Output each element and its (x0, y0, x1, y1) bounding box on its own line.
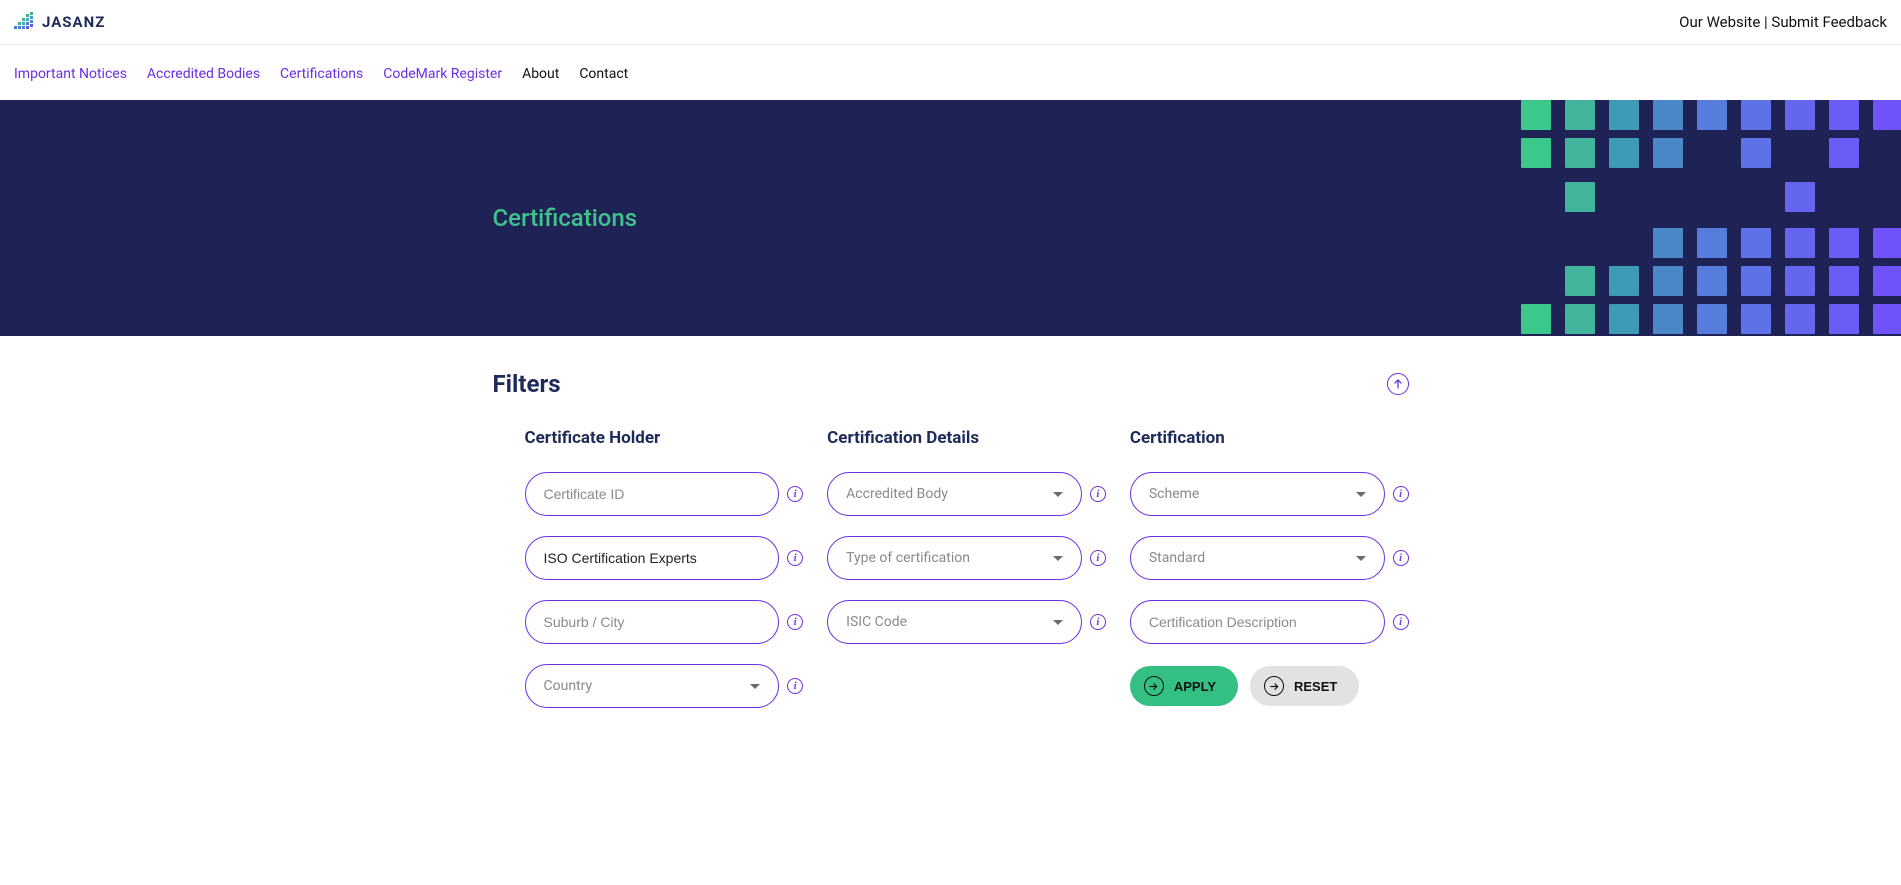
nav-contact[interactable]: Contact (579, 66, 628, 82)
nav-important-notices[interactable]: Important Notices (14, 66, 127, 82)
certificate-holder-title: Certificate Holder (525, 428, 804, 448)
topbar: JASANZ Our Website | Submit Feedback (0, 0, 1901, 45)
info-icon[interactable]: i (1393, 486, 1409, 502)
chevron-down-icon (1053, 492, 1063, 497)
certificate-id-input[interactable] (544, 486, 761, 502)
apply-button-label: APPLY (1174, 679, 1216, 694)
info-icon[interactable]: i (787, 486, 803, 502)
hero-decoration (1521, 100, 1901, 336)
info-icon[interactable]: i (1090, 614, 1106, 630)
certification-type-placeholder: Type of certification (846, 550, 970, 566)
certification-description-input[interactable] (1149, 614, 1366, 630)
info-icon[interactable]: i (787, 550, 803, 566)
info-icon[interactable]: i (787, 614, 803, 630)
apply-button[interactable]: APPLY (1130, 666, 1238, 706)
certification-description-input-wrapper[interactable] (1130, 600, 1385, 644)
standard-placeholder: Standard (1149, 550, 1205, 566)
suburb-input-wrapper[interactable] (525, 600, 780, 644)
accredited-body-placeholder: Accredited Body (846, 486, 948, 502)
isic-code-placeholder: ISIC Code (846, 614, 907, 630)
chevron-down-icon (1053, 556, 1063, 561)
submit-feedback-link[interactable]: Submit Feedback (1771, 13, 1887, 31)
organisation-input[interactable] (544, 550, 761, 566)
chevron-down-icon (750, 684, 760, 689)
top-links: Our Website | Submit Feedback (1679, 13, 1887, 31)
reset-button-label: RESET (1294, 679, 1337, 694)
our-website-link[interactable]: Our Website (1679, 13, 1760, 31)
hero-banner: Certifications (0, 100, 1901, 336)
arrow-right-icon (1144, 676, 1164, 696)
certificate-holder-column: Certificate Holder i i i (525, 428, 804, 708)
info-icon[interactable]: i (1393, 550, 1409, 566)
nav-accredited-bodies[interactable]: Accredited Bodies (147, 66, 260, 82)
filters-heading: Filters (493, 370, 561, 398)
country-select[interactable]: Country (525, 664, 780, 708)
filters-section: Filters Certificate Holder i i (493, 336, 1409, 708)
country-placeholder: Country (544, 678, 593, 694)
info-icon[interactable]: i (1393, 614, 1409, 630)
info-icon[interactable]: i (787, 678, 803, 694)
scheme-select[interactable]: Scheme (1130, 472, 1385, 516)
certification-type-select[interactable]: Type of certification (827, 536, 1082, 580)
navbar: Important Notices Accredited Bodies Cert… (0, 45, 1901, 100)
info-icon[interactable]: i (1090, 486, 1106, 502)
nav-certifications[interactable]: Certifications (280, 66, 363, 82)
suburb-input[interactable] (544, 614, 761, 630)
top-separator: | (1764, 13, 1768, 31)
info-icon[interactable]: i (1090, 550, 1106, 566)
certificate-id-input-wrapper[interactable] (525, 472, 780, 516)
brand-name: JASANZ (42, 13, 105, 31)
brand-logo-mark (14, 12, 36, 32)
certification-title: Certification (1130, 428, 1409, 448)
scheme-placeholder: Scheme (1149, 486, 1199, 502)
reset-button[interactable]: RESET (1250, 666, 1359, 706)
nav-about[interactable]: About (522, 66, 559, 82)
chevron-down-icon (1053, 620, 1063, 625)
standard-select[interactable]: Standard (1130, 536, 1385, 580)
certification-column: Certification Scheme i Standard i (1130, 428, 1409, 708)
chevron-down-icon (1356, 492, 1366, 497)
organisation-input-wrapper[interactable] (525, 536, 780, 580)
certification-details-title: Certification Details (827, 428, 1106, 448)
brand-logo[interactable]: JASANZ (14, 12, 105, 32)
nav-codemark-register[interactable]: CodeMark Register (383, 66, 502, 82)
accredited-body-select[interactable]: Accredited Body (827, 472, 1082, 516)
arrow-right-icon (1264, 676, 1284, 696)
chevron-down-icon (1356, 556, 1366, 561)
arrow-up-icon (1392, 378, 1404, 390)
certification-details-column: Certification Details Accredited Body i … (827, 428, 1106, 708)
page-title: Certifications (493, 204, 1409, 232)
collapse-filters-button[interactable] (1387, 373, 1409, 395)
isic-code-select[interactable]: ISIC Code (827, 600, 1082, 644)
